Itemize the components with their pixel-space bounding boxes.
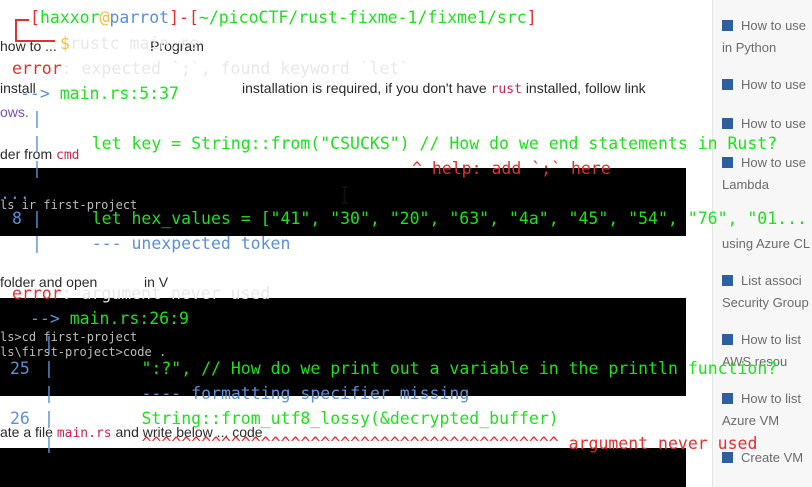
sidebar-item-6[interactable]: List associ [722, 273, 802, 288]
gutter-ellipsis: ... [0, 184, 30, 203]
page-icon [722, 79, 733, 90]
gutter-pipe: | [44, 409, 54, 428]
bg-code-text-2b: ls\first-project>code . [0, 345, 167, 359]
gutter-pipe: | [44, 334, 54, 353]
sidebar-item-5-sub[interactable]: using Azure CL [722, 236, 810, 251]
sidebar-item-4[interactable]: How to use [722, 155, 806, 170]
code-line-25: ":?", // How do we print out a variable … [62, 359, 778, 378]
sidebar-item-4-sub[interactable]: Lambda [722, 177, 769, 192]
sidebar-item-7[interactable]: How to list [722, 332, 801, 347]
error-2-location: --> main.rs:26:9 [30, 309, 189, 328]
error-1-header: error: expected `;`, found keyword `let` [12, 59, 410, 78]
line-number-8: 8 [12, 209, 22, 228]
sidebar-item-8[interactable]: How to list [722, 391, 801, 406]
code-line-8: let hex_values = ["41", "30", "20", "63"… [52, 209, 807, 228]
text-cursor-icon [341, 186, 348, 204]
bg-code-text-2a: ls>cd first-project [0, 330, 138, 344]
gutter-pipe: | [32, 134, 42, 153]
page-icon [722, 275, 733, 286]
shell-command: $rustc main.rs [60, 34, 200, 53]
gutter-pipe: | [44, 359, 54, 378]
page-icon [722, 157, 733, 168]
code-line-26: String::from_utf8_lossy(&decrypted_buffe… [62, 409, 559, 428]
prompt-corner-top [15, 19, 29, 21]
argument-never-used-note: ^^^^^^^^^^^^^^^^^^^^^^^^^^^^^^^^^^^^^^^^… [62, 434, 758, 453]
sidebar-item-3[interactable]: How to use [722, 116, 806, 131]
gutter-pipe: | [32, 159, 42, 178]
unexpected-token-note: --- unexpected token [52, 234, 291, 253]
gutter-pipe: | [32, 234, 42, 253]
bg-link[interactable]: ows. [0, 104, 29, 120]
help-hint: ^ help: add `;` here [412, 159, 611, 178]
gutter-pipe: | [32, 209, 42, 228]
code-line-5: let key = String::from("CSUCKS") // How … [52, 134, 778, 153]
gutter-pipe: | [44, 434, 54, 453]
sidebar-item-1-sub[interactable]: in Python [722, 40, 776, 55]
prompt-corner-vertical [15, 19, 17, 42]
bg-paragraph-cont: installation is required, if you don't h… [242, 80, 646, 97]
line-number-25: 25 [10, 359, 30, 378]
formatting-specifier-note: ---- formatting specifier missing [62, 384, 470, 403]
gutter-pipe: | [32, 109, 42, 128]
sidebar-item-6-sub[interactable]: Security Group [722, 295, 809, 310]
sidebar-item-1[interactable]: How to use [722, 18, 806, 33]
line-number-26: 26 [10, 409, 30, 428]
shell-prompt: [haxxor@parrot]-[~/picoCTF/rust-fixme-1/… [30, 8, 537, 27]
page-icon [722, 393, 733, 404]
error-2-header: error: argument never used [12, 284, 271, 303]
prompt-corner-bottom [15, 40, 55, 42]
page-icon [722, 20, 733, 31]
error-1-location: --> main.rs:5:37 [20, 84, 179, 103]
page-icon [722, 334, 733, 345]
sidebar-item-2[interactable]: How to use [722, 77, 806, 92]
gutter-pipe: | [44, 384, 54, 403]
sidebar-item-8-sub[interactable]: Azure VM [722, 413, 779, 428]
page-icon [722, 118, 733, 129]
